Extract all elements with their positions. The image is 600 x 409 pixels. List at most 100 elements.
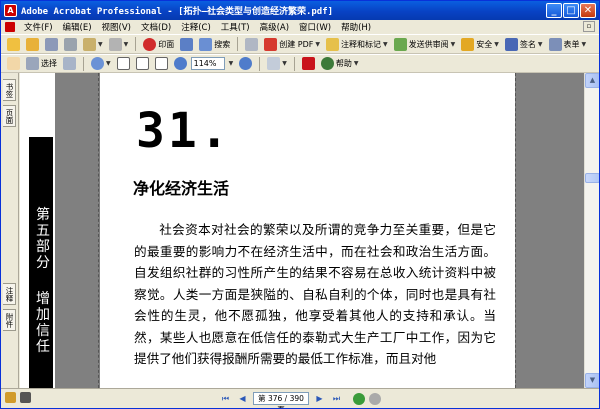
menu-bar: 文件(F) 编辑(E) 视图(V) 文档(D) 注释(C) 工具(T) 高级(A… xyxy=(1,20,599,34)
email-icon xyxy=(83,37,96,51)
toolbar-separator xyxy=(293,56,295,71)
search-button[interactable]: 搜索 xyxy=(197,36,232,52)
zoom-dropdown[interactable]: ▼ xyxy=(227,56,236,72)
section-heading-part-five: 第五部分 xyxy=(36,207,50,271)
print-button[interactable] xyxy=(62,36,79,52)
organizer-icon xyxy=(180,37,194,51)
minimize-button[interactable]: _ xyxy=(546,3,562,18)
create-pdf-icon xyxy=(264,37,278,51)
select-label: 选择 xyxy=(41,59,57,68)
toolbar-separator xyxy=(83,56,84,71)
organize-button[interactable] xyxy=(178,36,195,52)
document-menu-icon[interactable] xyxy=(5,22,15,32)
pdf-page: 31. 净化经济生活 社会资本对社会的繁荣以及所谓的竞争力至关重要，但是它的最重… xyxy=(100,73,515,388)
navigation-pane: 书签 页面 注释 附件 xyxy=(1,73,19,388)
help-icon xyxy=(320,57,334,70)
zoom-tool-button[interactable]: ▼ xyxy=(89,56,113,72)
menu-edit[interactable]: 编辑(E) xyxy=(58,21,97,33)
camera-button[interactable] xyxy=(243,36,260,52)
select-tool-button[interactable]: 选择 xyxy=(24,56,59,72)
page-size-icon[interactable] xyxy=(20,392,31,403)
scroll-thumb[interactable] xyxy=(585,173,599,183)
title-bar[interactable]: A Adobe Acrobat Professional - [拓扑—社会类型与… xyxy=(1,1,599,20)
forms-label: 表单 xyxy=(563,39,580,49)
yahoo-icon xyxy=(301,57,315,70)
help-button[interactable]: 帮助 ▼ xyxy=(319,56,361,72)
page-number-input[interactable]: 第 376 / 390 页 xyxy=(253,392,309,408)
fit-page-button[interactable] xyxy=(134,56,151,72)
tab-bookmarks[interactable]: 书签 xyxy=(3,79,16,101)
acrobat-window: A Adobe Acrobat Professional - [拓扑—社会类型与… xyxy=(0,0,600,409)
zoom-input[interactable]: 114% xyxy=(190,57,225,70)
forms-icon xyxy=(548,37,562,51)
forward-view-button[interactable] xyxy=(369,392,381,405)
forms-button[interactable]: 表单 ▼ xyxy=(547,36,589,52)
first-page-button[interactable]: ⏮ xyxy=(219,392,232,405)
acrobat-app-icon: A xyxy=(4,4,17,17)
zoom-out-button[interactable] xyxy=(172,56,189,72)
last-page-button[interactable]: ⏭ xyxy=(330,392,343,405)
open-folder-icon xyxy=(26,37,39,51)
paperclip-icon xyxy=(108,37,122,51)
scroll-up-button[interactable]: ▲ xyxy=(585,73,599,88)
menu-file[interactable]: 文件(F) xyxy=(19,21,58,33)
restore-document-button[interactable]: ▫ xyxy=(583,21,595,32)
scroll-down-button[interactable]: ▼ xyxy=(585,373,599,388)
send-review-button[interactable]: 发送供审阅 ▼ xyxy=(392,36,458,52)
document-pane[interactable]: 第五部分 增加信任 31. 净化经济生活 社会资本对社会的繁荣以及所谓的竞争力至… xyxy=(20,73,584,388)
actual-size-button[interactable] xyxy=(115,56,132,72)
menu-tools[interactable]: 工具(T) xyxy=(216,21,255,33)
zoom-out-icon xyxy=(173,57,187,70)
zoom-in-button[interactable] xyxy=(237,56,254,72)
yahoo-button[interactable] xyxy=(300,56,317,72)
email-button[interactable]: ▼ xyxy=(81,36,105,52)
window-title: Adobe Acrobat Professional - [拓扑—社会类型与创造… xyxy=(21,7,334,17)
comment-markup-label: 注释和标记 xyxy=(341,39,382,49)
print-doc-button[interactable]: 印面 xyxy=(141,36,176,52)
toolbar-separator xyxy=(135,37,137,51)
document-status-icon[interactable] xyxy=(5,392,16,403)
status-left-icons xyxy=(5,392,31,403)
hand-tool-button[interactable] xyxy=(5,56,22,72)
vertical-scrollbar[interactable]: ▲ ▼ xyxy=(584,73,599,388)
menu-help[interactable]: 帮助(H) xyxy=(336,21,376,33)
file-toolbar: ▼ ▼ 印面 搜索 创建 PDF ▼ 注释和标记 ▼ 发送供审阅 ▼ 安全 ▼ 签名 ▼ … xyxy=(1,34,599,54)
menu-document[interactable]: 文档(D) xyxy=(136,21,176,33)
maximize-button[interactable]: □ xyxy=(563,3,579,18)
sign-button[interactable]: 签名 ▼ xyxy=(503,36,545,52)
attach-button[interactable]: ▼ xyxy=(107,36,131,52)
menu-advanced[interactable]: 高级(A) xyxy=(255,21,294,33)
rotate-icon xyxy=(267,57,281,70)
menu-view[interactable]: 视图(V) xyxy=(97,21,136,33)
save-button[interactable] xyxy=(43,36,60,52)
rotate-button[interactable]: ▼ xyxy=(265,56,289,72)
fit-page-icon xyxy=(135,57,149,70)
menu-comments[interactable]: 注释(C) xyxy=(176,21,216,33)
snapshot-button[interactable] xyxy=(61,56,78,72)
fit-width-button[interactable] xyxy=(153,56,170,72)
tab-comments[interactable]: 注释 xyxy=(3,283,16,305)
status-bar: ⏮ ◀ 第 376 / 390 页 ▶ ⏭ xyxy=(1,388,599,408)
menu-window[interactable]: 窗口(W) xyxy=(294,21,336,33)
create-pdf-button[interactable]: 创建 PDF ▼ xyxy=(262,36,322,52)
send-review-icon xyxy=(393,37,407,51)
tab-pages[interactable]: 页面 xyxy=(3,105,16,127)
view-toolbar: 选择 ▼ 114% ▼ ▼ 帮助 ▼ xyxy=(1,54,599,73)
next-page-button[interactable]: ▶ xyxy=(313,392,326,405)
print-icon xyxy=(64,37,77,51)
window-controls: _ □ ✕ xyxy=(546,3,596,18)
close-button[interactable]: ✕ xyxy=(580,3,596,18)
create-pdf-label: 创建 PDF xyxy=(279,39,314,49)
hand-icon xyxy=(7,57,20,70)
open-button[interactable] xyxy=(24,36,41,52)
sign-label: 签名 xyxy=(519,39,536,49)
previous-page-button[interactable]: ◀ xyxy=(236,392,249,405)
comment-markup-button[interactable]: 注释和标记 ▼ xyxy=(324,36,390,52)
create-button[interactable] xyxy=(5,36,22,52)
tab-attachments[interactable]: 附件 xyxy=(3,309,16,331)
secure-button[interactable]: 安全 ▼ xyxy=(459,36,501,52)
back-view-button[interactable] xyxy=(353,392,365,405)
zoom-icon xyxy=(91,57,104,70)
body-paragraph: 社会资本对社会的繁荣以及所谓的竞争力至关重要，但是它的最重要的影响力不在经济生活… xyxy=(134,222,496,366)
search-icon xyxy=(199,37,213,51)
